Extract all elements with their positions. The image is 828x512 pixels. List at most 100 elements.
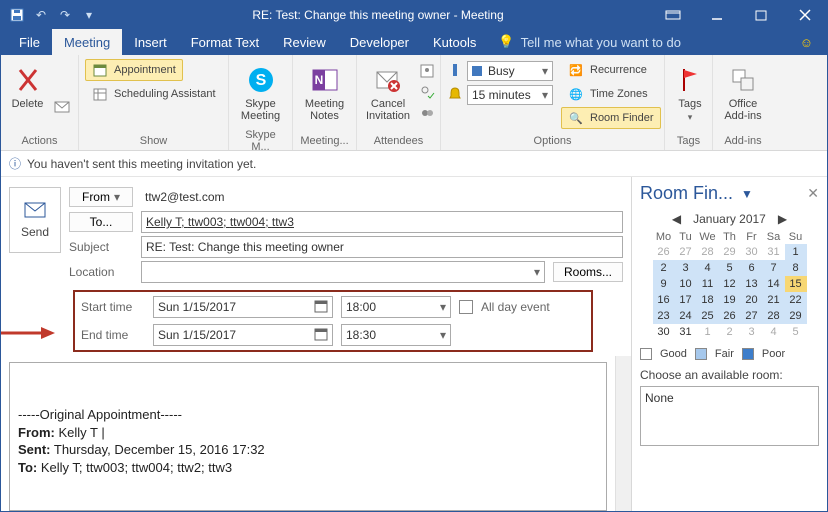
calendar-day[interactable]: 6: [741, 260, 763, 276]
calendar-day[interactable]: 21: [763, 292, 785, 308]
start-date-field[interactable]: Sun 1/15/2017: [153, 296, 333, 318]
prev-month-icon[interactable]: ◀: [672, 212, 681, 226]
calendar-day[interactable]: 13: [741, 276, 763, 292]
room-finder-close-icon[interactable]: ✕: [807, 185, 819, 202]
tab-format-text[interactable]: Format Text: [179, 29, 271, 55]
calendar-day[interactable]: 3: [675, 260, 697, 276]
calendar-icon[interactable]: [314, 299, 328, 316]
calendar-day[interactable]: 8: [785, 260, 807, 276]
calendar-day[interactable]: 16: [653, 292, 675, 308]
calendar-day[interactable]: 14: [763, 276, 785, 292]
address-book-icon[interactable]: [419, 63, 435, 82]
end-date-field[interactable]: Sun 1/15/2017: [153, 324, 333, 346]
calendar-day[interactable]: 28: [697, 244, 719, 260]
save-icon[interactable]: [7, 5, 27, 25]
dropdown-icon[interactable]: ▾: [440, 328, 446, 342]
location-dropdown-icon[interactable]: ▾: [534, 265, 540, 279]
dropdown-icon[interactable]: ▾: [440, 300, 446, 314]
calendar-day[interactable]: 5: [785, 324, 807, 340]
minimize-button[interactable]: [695, 1, 739, 29]
calendar-day[interactable]: 10: [675, 276, 697, 292]
tab-kutools[interactable]: Kutools: [421, 29, 488, 55]
calendar-day[interactable]: 9: [653, 276, 675, 292]
body-scrollbar[interactable]: [615, 356, 631, 511]
room-finder-menu-icon[interactable]: ▼: [741, 187, 753, 201]
tab-insert[interactable]: Insert: [122, 29, 179, 55]
feedback-icon[interactable]: ☺: [786, 29, 827, 55]
calendar-day[interactable]: 28: [763, 308, 785, 324]
skype-meeting-button[interactable]: S Skype Meeting: [235, 59, 286, 127]
close-button[interactable]: [783, 1, 827, 29]
calendar-day[interactable]: 18: [697, 292, 719, 308]
subject-field[interactable]: RE: Test: Change this meeting owner: [141, 236, 623, 258]
tab-developer[interactable]: Developer: [338, 29, 421, 55]
calendar-day[interactable]: 2: [719, 324, 741, 340]
location-field[interactable]: ▾: [141, 261, 545, 283]
calendar-day[interactable]: 27: [675, 244, 697, 260]
redo-icon[interactable]: ↷: [55, 5, 75, 25]
calendar-day[interactable]: 26: [653, 244, 675, 260]
calendar-day[interactable]: 7: [763, 260, 785, 276]
office-addins-button[interactable]: Office Add-ins: [719, 59, 767, 127]
from-button[interactable]: From▾: [69, 187, 133, 207]
room-list[interactable]: None: [640, 386, 819, 446]
recurrence-button[interactable]: 🔁 Recurrence: [561, 59, 661, 81]
calendar-day[interactable]: 5: [719, 260, 741, 276]
cancel-invitation-button[interactable]: Cancel Invitation: [363, 59, 413, 127]
tab-review[interactable]: Review: [271, 29, 338, 55]
message-body[interactable]: -----Original Appointment----- From: Kel…: [9, 362, 607, 511]
calendar-day[interactable]: 15: [785, 276, 807, 292]
ribbon-options-icon[interactable]: [651, 1, 695, 29]
delete-button[interactable]: Delete: [7, 59, 48, 115]
calendar-day[interactable]: 23: [653, 308, 675, 324]
calendar-day[interactable]: 27: [741, 308, 763, 324]
calendar-day[interactable]: 19: [719, 292, 741, 308]
calendar-day[interactable]: 30: [653, 324, 675, 340]
reminder-select[interactable]: 15 minutes ▾: [467, 85, 553, 105]
calendar-day[interactable]: 20: [741, 292, 763, 308]
appointment-button[interactable]: Appointment: [85, 59, 183, 81]
send-button[interactable]: Send: [9, 187, 61, 253]
calendar-day[interactable]: 22: [785, 292, 807, 308]
scheduling-button[interactable]: Scheduling Assistant: [85, 83, 223, 105]
calendar-day[interactable]: 17: [675, 292, 697, 308]
calendar-icon[interactable]: [314, 327, 328, 344]
calendar-day[interactable]: 1: [697, 324, 719, 340]
calendar-day[interactable]: 12: [719, 276, 741, 292]
calendar-day[interactable]: 2: [653, 260, 675, 276]
calendar-day[interactable]: 30: [741, 244, 763, 260]
calendar-day[interactable]: 31: [675, 324, 697, 340]
calendar-day[interactable]: 31: [763, 244, 785, 260]
tab-meeting[interactable]: Meeting: [52, 29, 122, 55]
room-finder-button[interactable]: 🔍 Room Finder: [561, 107, 661, 129]
calendar-day[interactable]: 25: [697, 308, 719, 324]
calendar-day[interactable]: 3: [741, 324, 763, 340]
show-as-select[interactable]: Busy ▾: [467, 61, 553, 81]
start-time-field[interactable]: 18:00 ▾: [341, 296, 451, 318]
tags-button[interactable]: Tags ▾: [671, 59, 709, 128]
all-day-checkbox[interactable]: [459, 300, 473, 314]
calendar-day[interactable]: 4: [697, 260, 719, 276]
tell-me[interactable]: 💡 Tell me what you want to do: [488, 29, 691, 55]
to-button[interactable]: To...: [69, 212, 133, 232]
maximize-button[interactable]: [739, 1, 783, 29]
meeting-notes-button[interactable]: N Meeting Notes: [299, 59, 350, 127]
actions-forward-icon[interactable]: [54, 99, 72, 116]
qat-dropdown-icon[interactable]: ▾: [79, 5, 99, 25]
calendar-day[interactable]: 29: [719, 244, 741, 260]
calendar-day[interactable]: 4: [763, 324, 785, 340]
calendar-day[interactable]: 11: [697, 276, 719, 292]
calendar-day[interactable]: 24: [675, 308, 697, 324]
undo-icon[interactable]: ↶: [31, 5, 51, 25]
time-zones-button[interactable]: 🌐 Time Zones: [561, 83, 661, 105]
check-names-icon[interactable]: [419, 84, 435, 103]
calendar-day[interactable]: 26: [719, 308, 741, 324]
end-time-field[interactable]: 18:30 ▾: [341, 324, 451, 346]
calendar-day[interactable]: 1: [785, 244, 807, 260]
calendar-day[interactable]: 29: [785, 308, 807, 324]
next-month-icon[interactable]: ▶: [778, 212, 787, 226]
to-field[interactable]: Kelly T; ttw003; ttw004; ttw3: [141, 211, 623, 233]
tab-file[interactable]: File: [7, 29, 52, 55]
rooms-button[interactable]: Rooms...: [553, 262, 623, 282]
response-options-icon[interactable]: [419, 105, 435, 124]
